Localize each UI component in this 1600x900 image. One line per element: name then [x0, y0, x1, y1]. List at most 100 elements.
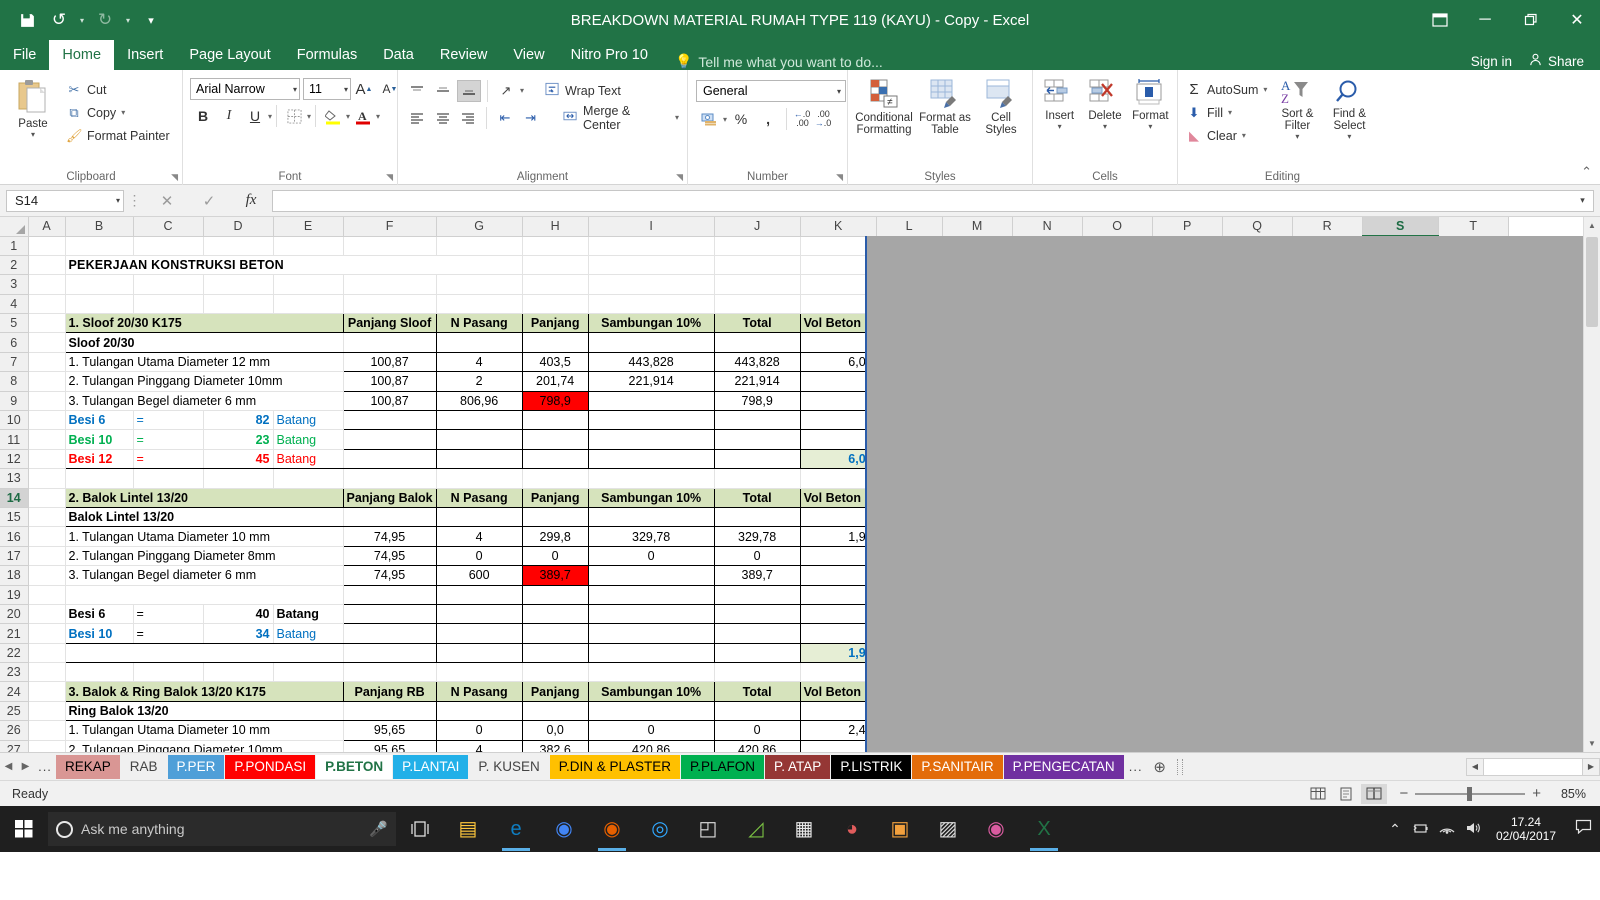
cell-G19[interactable]: [435, 584, 523, 605]
comma-style-button[interactable]: ,: [755, 107, 781, 131]
cell-B6[interactable]: Sloof 20/30: [64, 332, 344, 353]
cell-A19[interactable]: [28, 585, 66, 605]
page-break-preview-icon[interactable]: [1361, 783, 1388, 804]
column-header-h[interactable]: H: [522, 217, 589, 237]
cell-I20[interactable]: [587, 603, 715, 625]
cell-A17[interactable]: [28, 546, 66, 567]
cell-J9[interactable]: 798,9: [713, 390, 801, 412]
merge-center-button[interactable]: Merge & Center ▾: [558, 104, 683, 132]
tell-me-box[interactable]: 💡 Tell me what you want to do...: [661, 53, 883, 70]
sheet-tab-p-listrik[interactable]: P.LISTRIK: [831, 754, 912, 779]
cell-G4[interactable]: [436, 294, 523, 315]
cell-A24[interactable]: [28, 681, 66, 702]
volume-icon[interactable]: [1460, 821, 1486, 838]
cell-G21[interactable]: [435, 623, 523, 644]
cell-B22[interactable]: [64, 643, 344, 664]
sheet-tab-p-pondasi[interactable]: P.PONDASI: [225, 754, 316, 779]
cell-I19[interactable]: [587, 584, 715, 605]
cell-A15[interactable]: [28, 507, 66, 528]
cell-A9[interactable]: [28, 391, 66, 412]
cell-A12[interactable]: [28, 449, 66, 470]
delete-cells-button[interactable]: Delete ▾: [1082, 76, 1127, 131]
align-middle-icon[interactable]: [431, 80, 455, 102]
page-layout-view-icon[interactable]: [1333, 784, 1359, 804]
column-header-l[interactable]: L: [876, 217, 943, 237]
cell-D13[interactable]: [203, 468, 274, 489]
cell-G8[interactable]: 2: [435, 371, 523, 392]
scroll-left-icon[interactable]: ◀: [1466, 757, 1484, 776]
zoom-in-icon[interactable]: +: [1532, 785, 1541, 802]
sheet-tab-p-beton[interactable]: P.BETON: [316, 754, 393, 779]
cell-F9[interactable]: 100,87: [342, 390, 437, 412]
cell-G24[interactable]: N Pasang: [435, 681, 523, 702]
cell-J26[interactable]: 0: [713, 720, 801, 741]
cell-I23[interactable]: [588, 662, 715, 683]
cell-D1[interactable]: [203, 236, 274, 256]
cell-I15[interactable]: [587, 506, 715, 528]
undo-icon[interactable]: ↺: [44, 7, 74, 33]
cell-G7[interactable]: 4: [435, 351, 523, 373]
column-header-r[interactable]: R: [1292, 217, 1363, 237]
cell-B16[interactable]: 1. Tulangan Utama Diameter 10 mm: [64, 526, 344, 547]
cell-J5[interactable]: Total: [713, 313, 801, 334]
share-button[interactable]: Share: [1528, 52, 1584, 70]
cell-J2[interactable]: [714, 255, 801, 276]
customize-quick-access-icon[interactable]: ▾: [136, 7, 166, 33]
align-right-icon[interactable]: [456, 107, 480, 129]
cell-I3[interactable]: [588, 274, 715, 295]
cell-I2[interactable]: [588, 255, 715, 276]
align-bottom-icon[interactable]: [457, 79, 481, 102]
cell-F26[interactable]: 95,65: [342, 720, 437, 741]
cell-F22[interactable]: [342, 642, 437, 664]
cell-I5[interactable]: Sambungan 10%: [587, 313, 715, 334]
undo-dropdown-icon[interactable]: ▾: [76, 16, 88, 25]
tab-split-handle[interactable]: [1176, 758, 1183, 775]
cell-E4[interactable]: [273, 294, 344, 315]
cell-A6[interactable]: [28, 332, 66, 353]
cell-G13[interactable]: [436, 468, 523, 489]
cell-G12[interactable]: [435, 448, 523, 470]
cell-H1[interactable]: [522, 236, 589, 256]
cell-G14[interactable]: N Pasang: [435, 487, 523, 508]
microphone-icon[interactable]: 🎤: [369, 820, 388, 838]
zoom-track[interactable]: [1415, 786, 1526, 801]
format-painter-button[interactable]: 🖌 Format Painter: [62, 124, 174, 147]
cell-C20[interactable]: =: [133, 604, 204, 625]
picture-viewer-icon[interactable]: ▣: [876, 806, 924, 852]
cell-H27[interactable]: 382,6: [521, 739, 589, 752]
tab-page-layout[interactable]: Page Layout: [176, 40, 283, 70]
orientation-icon[interactable]: ↗: [494, 80, 518, 102]
taskbar-clock[interactable]: 17.24 02/04/2017: [1486, 815, 1566, 843]
tab-nitro-pro[interactable]: Nitro Pro 10: [558, 40, 661, 70]
cell-H21[interactable]: [521, 623, 589, 644]
previous-sheet-icon[interactable]: ◀: [0, 761, 17, 772]
cell-H10[interactable]: [521, 410, 589, 431]
merge-center-dropdown-icon[interactable]: ▾: [675, 113, 679, 122]
column-header-f[interactable]: F: [343, 217, 437, 237]
cell-F16[interactable]: 74,95: [342, 526, 437, 547]
cell-I10[interactable]: [587, 410, 715, 431]
orientation-dropdown-icon[interactable]: ▾: [520, 86, 524, 95]
zoom-thumb[interactable]: [1467, 786, 1473, 801]
cell-G16[interactable]: 4: [435, 526, 523, 547]
copy-button[interactable]: ⧉ Copy ▾: [62, 101, 174, 124]
cell-G1[interactable]: [436, 236, 523, 256]
cell-F21[interactable]: [342, 623, 437, 644]
row-header-17[interactable]: 17: [0, 546, 29, 567]
scroll-down-icon[interactable]: ▼: [1584, 735, 1600, 752]
cell-H7[interactable]: 403,5: [521, 351, 589, 373]
cell-G26[interactable]: 0: [435, 720, 523, 741]
cell-F1[interactable]: [343, 236, 437, 256]
cell-F25[interactable]: [342, 700, 437, 722]
cell-H3[interactable]: [522, 274, 589, 295]
autocad-icon[interactable]: ◿: [732, 806, 780, 852]
alignment-dialog-launcher[interactable]: ◥: [676, 172, 683, 183]
row-header-24[interactable]: 24: [0, 681, 29, 702]
row-header-14[interactable]: 14: [0, 488, 29, 508]
tab-formulas[interactable]: Formulas: [284, 40, 370, 70]
cell-I26[interactable]: 0: [587, 720, 715, 741]
cell-I1[interactable]: [588, 236, 715, 256]
zoom-out-icon[interactable]: −: [1399, 785, 1408, 802]
underline-dropdown-icon[interactable]: ▾: [268, 112, 272, 121]
cell-F11[interactable]: [342, 429, 437, 450]
